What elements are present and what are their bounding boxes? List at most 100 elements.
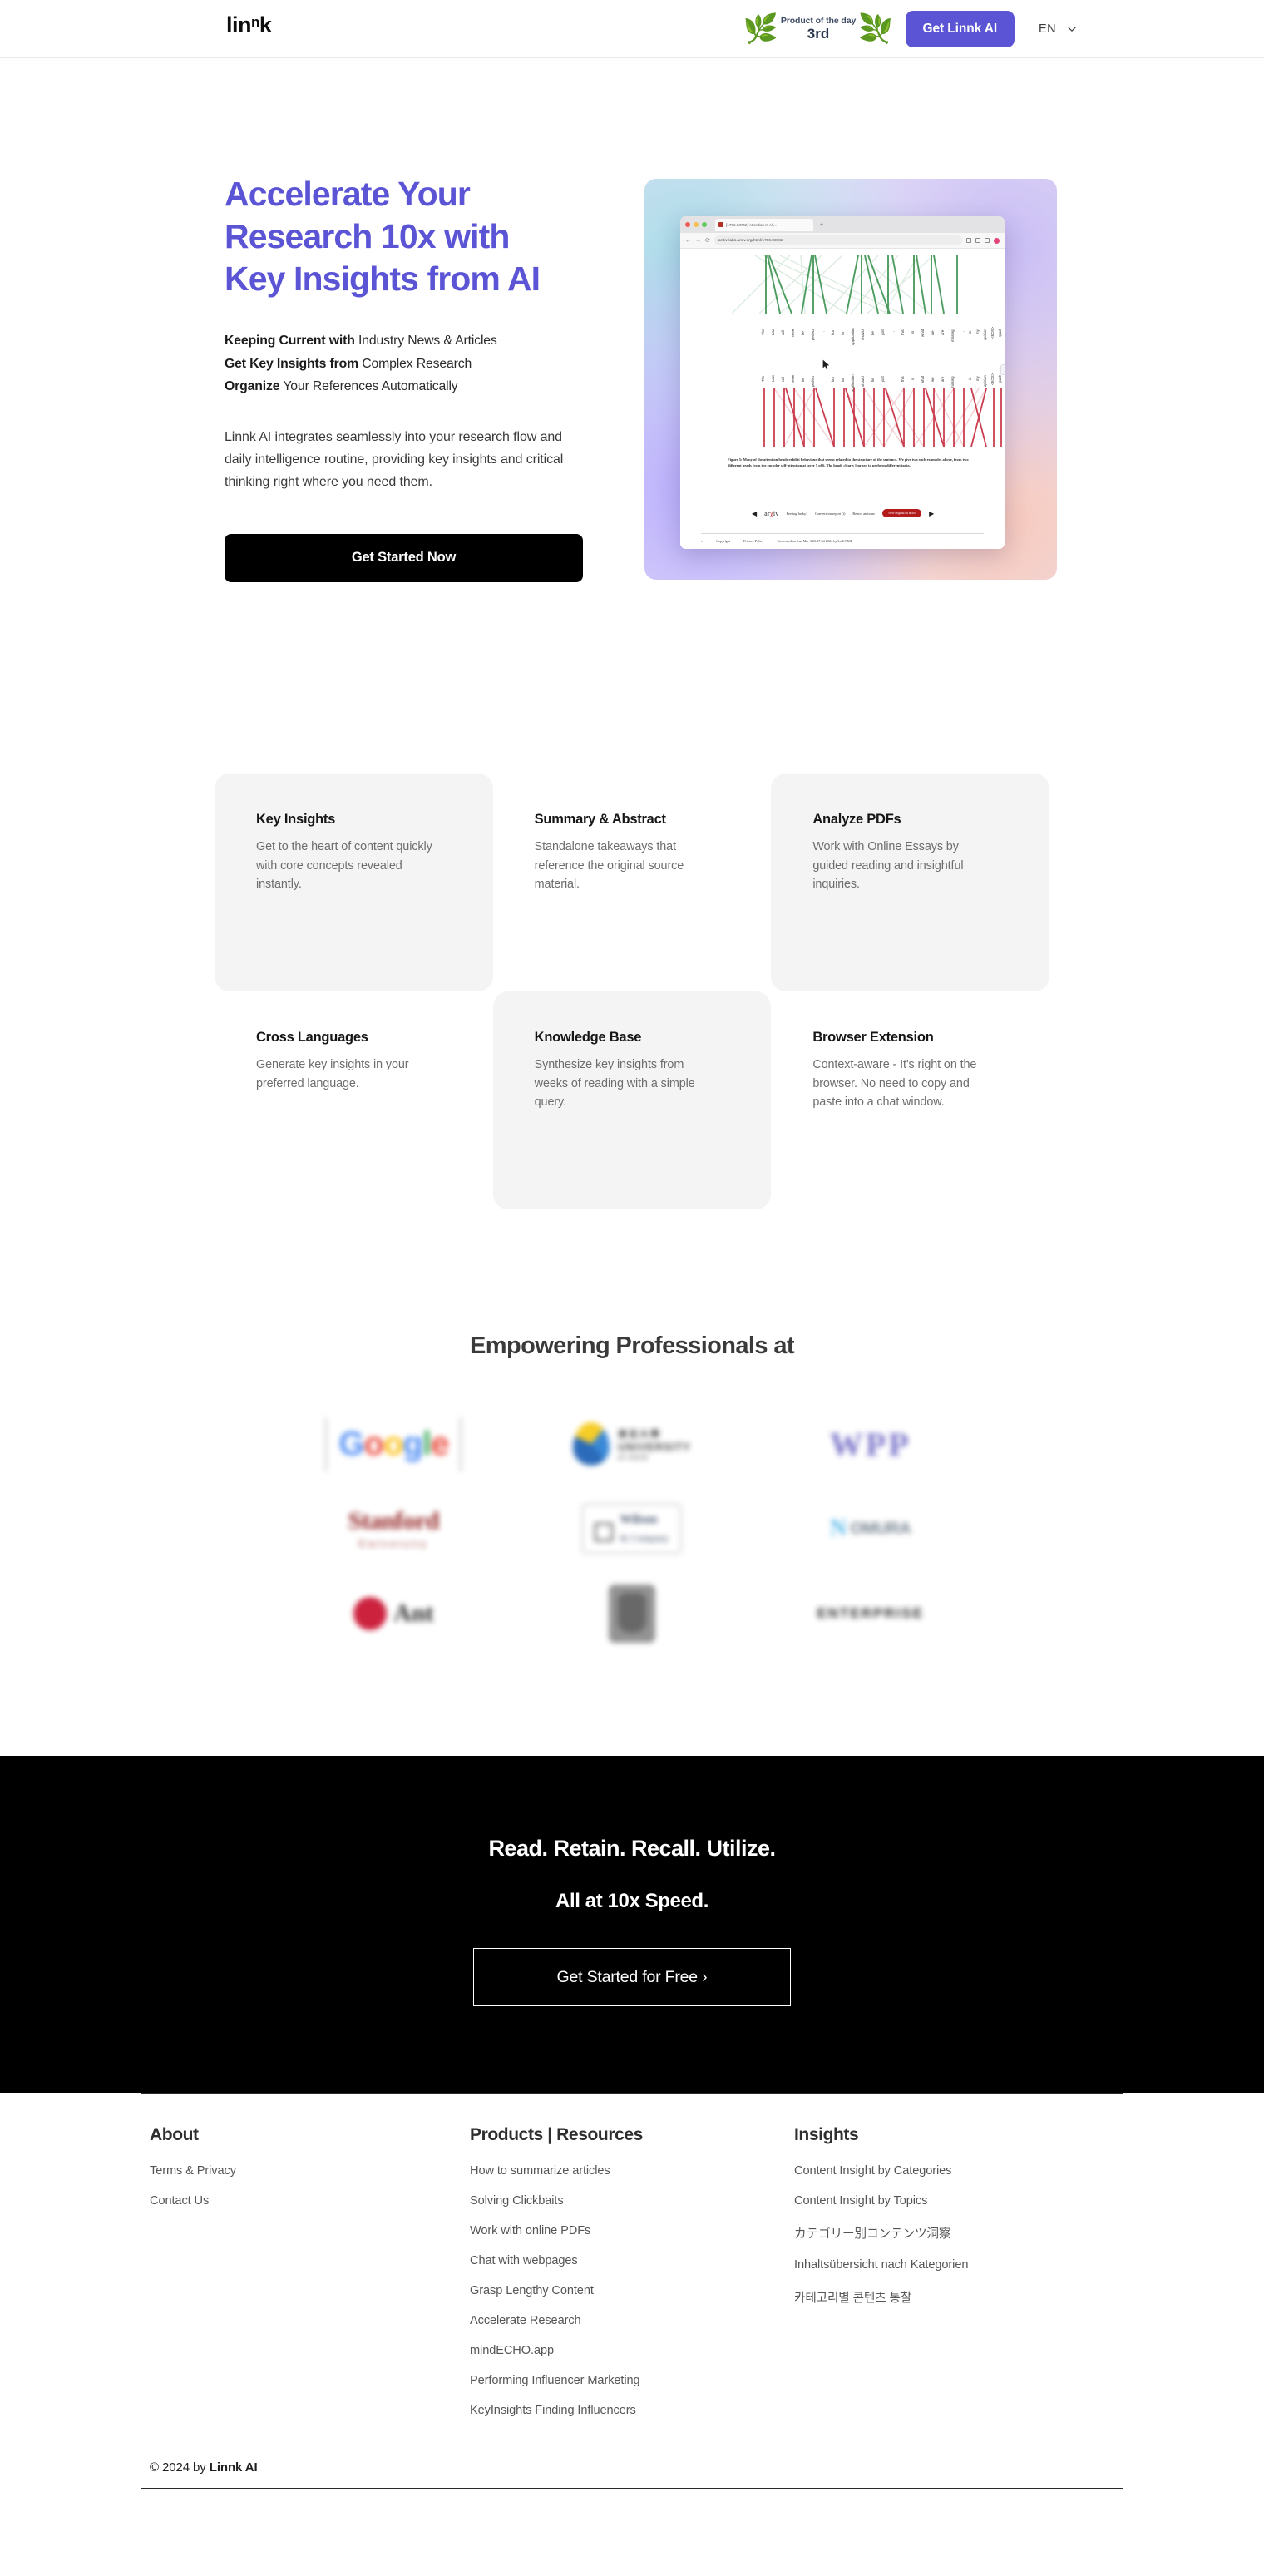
latexml-icon: ♪ — [701, 539, 704, 543]
footer-link-privacy[interactable]: Privacy Policy — [743, 539, 764, 543]
svg-text:Law: Law — [771, 328, 775, 335]
bookmark-icon[interactable] — [975, 238, 980, 243]
feature-title: Knowledge Base — [534, 1030, 642, 1045]
svg-text:are: are — [941, 376, 945, 382]
features-section: Key Insights Get to the heart of content… — [0, 607, 1264, 1209]
logos-heading: Empowering Professionals at — [470, 1332, 795, 1359]
maximize-window-icon[interactable] — [702, 222, 707, 227]
svg-text:we: we — [931, 377, 935, 382]
minimize-window-icon[interactable] — [694, 222, 699, 227]
svg-text:perfect: perfect — [811, 329, 815, 340]
asia-university-logo: 東亚大學 UNIVERSITY of ASIA — [528, 1413, 736, 1475]
forward-icon[interactable]: → — [695, 238, 701, 244]
footer-link[interactable]: Contact Us — [150, 2194, 470, 2208]
get-linnk-ai-button[interactable]: Get Linnk AI — [905, 11, 1015, 47]
bottom-cta-section: Read. Retain. Recall. Utilize. All at 10… — [0, 1756, 1264, 2093]
feature-description: Generate key insights in your preferred … — [256, 1058, 409, 1090]
get-started-for-free-button[interactable]: Get Started for Free › — [473, 1948, 791, 2006]
browser-tab[interactable]: [1706.03762] Attention Is All... — [715, 218, 813, 231]
svg-text:is: is — [911, 378, 915, 380]
hero-bullet-bold: Keeping Current with — [225, 334, 355, 349]
copyright-brand: Linnk AI — [209, 2460, 258, 2475]
footer-link[interactable]: Solving Clickbaits — [470, 2194, 794, 2208]
attention-visualization-figure: The Law will never be perfect , but its … — [731, 255, 1002, 447]
svg-text:in: in — [968, 377, 972, 380]
arxiv-link-report[interactable]: Report an issue — [852, 512, 875, 516]
new-tab-icon[interactable]: + — [820, 222, 823, 228]
google-logo: Google — [289, 1413, 497, 1475]
svg-text:what: what — [921, 329, 925, 337]
feature-card-browser-extension: Browser Extension Context-aware - It's r… — [771, 991, 1049, 1209]
wilson-line2: & Company — [620, 1532, 669, 1544]
arxiv-link-lucky[interactable]: Feeling lucky? — [787, 512, 807, 516]
stanford-line1: Stanford — [348, 1507, 440, 1535]
footer-link[interactable]: mindECHO.app — [470, 2344, 794, 2357]
paper-page-content: The Law will never be perfect , but its … — [680, 249, 1005, 549]
svg-text:perfect: perfect — [811, 375, 815, 387]
hero-product-screenshot: [1706.03762] Attention Is All... + ← → ⟳… — [644, 179, 1057, 580]
footer-link[interactable]: Grasp Lengthy Content — [470, 2284, 794, 2297]
nomura-mark-icon: N — [830, 1515, 847, 1541]
feature-description: Get to the heart of content quickly with… — [256, 840, 432, 892]
extensions-icon[interactable] — [966, 238, 971, 243]
feature-title: Browser Extension — [812, 1030, 934, 1045]
footer-link[interactable]: Inhaltsübersicht nach Kategorien — [794, 2258, 1123, 2272]
footer-link[interactable]: KeyInsights Finding Influencers — [470, 2404, 794, 2417]
wilson-logo: Wilson & Company — [528, 1498, 736, 1560]
footer-link[interactable]: Work with online PDFs — [470, 2224, 794, 2237]
footer-link[interactable]: Chat with webpages — [470, 2254, 794, 2267]
footer-link[interactable]: Performing Influencer Marketing — [470, 2374, 794, 2387]
badge-rank: 3rd — [807, 26, 830, 42]
browser-toolbar-icons — [966, 237, 1000, 244]
svg-text:my: my — [975, 329, 980, 334]
asia-logo-line2: UNIVERSITY — [617, 1440, 691, 1453]
footer-link[interactable]: Content Insight by Categories — [794, 2164, 1123, 2178]
next-page-icon[interactable]: ▶ — [929, 510, 934, 517]
footer-column-title: Insights — [794, 2125, 859, 2144]
footer-link[interactable]: How to summarize articles — [470, 2164, 794, 2178]
stanford-wordmark: Stanford University — [348, 1507, 440, 1550]
arxiv-link-conversion[interactable]: Conversion report (i) — [815, 512, 845, 516]
feature-description: Standalone takeaways that reference the … — [534, 840, 684, 892]
avatar[interactable] — [994, 237, 1000, 244]
browser-url-input[interactable]: arXiv-labs.arxiv.org/html/1706.03762 — [713, 235, 962, 245]
hero-section: Accelerate Your Research 10x with Key In… — [0, 58, 1264, 607]
footer-link[interactable]: Accelerate Research — [470, 2314, 794, 2327]
feature-card-summary-abstract: Summary & Abstract Standalone takeaways … — [493, 774, 772, 991]
feature-card-key-insights: Key Insights Get to the heart of content… — [215, 774, 493, 991]
feature-title: Cross Languages — [256, 1030, 368, 1045]
language-selector[interactable]: EN — [1039, 22, 1077, 36]
close-window-icon[interactable] — [685, 222, 690, 227]
split-view-icon[interactable] — [985, 238, 990, 243]
hero-heading-line-1: Accelerate Your — [225, 175, 471, 213]
side-panel-toggle-icon[interactable]: ⋮ — [1000, 364, 1005, 375]
brand-logo[interactable]: linnk — [226, 12, 272, 37]
footer-link[interactable]: Terms & Privacy — [150, 2164, 470, 2178]
laurel-left-icon: 🌿 — [743, 13, 778, 45]
feature-card-cross-languages: Cross Languages Generate key insights in… — [215, 991, 493, 1209]
svg-text:is: is — [911, 331, 915, 334]
svg-text:be: be — [871, 378, 875, 382]
svg-text:its: its — [841, 332, 845, 335]
footer-link[interactable]: カテゴリー別コンテンツ洞察 — [794, 2224, 1123, 2242]
prev-page-icon[interactable]: ◀ — [752, 510, 757, 517]
wilson-wordmark: Wilson & Company — [620, 1513, 669, 1545]
back-icon[interactable]: ← — [685, 238, 691, 244]
svg-text:,: , — [821, 331, 825, 332]
hero-bullet: Get Key Insights from Complex Research — [225, 353, 615, 375]
figure-caption: Figure 5: Many of the attention heads ex… — [728, 457, 969, 467]
brand-logo-superscript: n — [251, 14, 259, 30]
footer-link[interactable]: Content Insight by Topics — [794, 2194, 1123, 2208]
asia-university-wordmark: 東亚大學 UNIVERSITY of ASIA — [618, 1427, 691, 1461]
hero-heading-line-2: Research 10x with — [225, 216, 510, 255]
stanford-line2: University — [358, 1537, 429, 1550]
reload-icon[interactable]: ⟳ — [705, 237, 710, 244]
footer-link[interactable]: 카테고리별 콘텐츠 통찰 — [794, 2288, 1123, 2306]
brand-logo-post: k — [259, 12, 272, 37]
svg-text:never: never — [791, 328, 795, 337]
get-started-now-button[interactable]: Get Started Now — [225, 533, 583, 582]
svg-text:missing: missing — [950, 329, 955, 342]
view-original-button[interactable]: View original on arXiv — [881, 509, 922, 518]
footer-link-copyright[interactable]: Copyright — [716, 539, 730, 543]
badge-title: Product of the day — [780, 16, 857, 27]
